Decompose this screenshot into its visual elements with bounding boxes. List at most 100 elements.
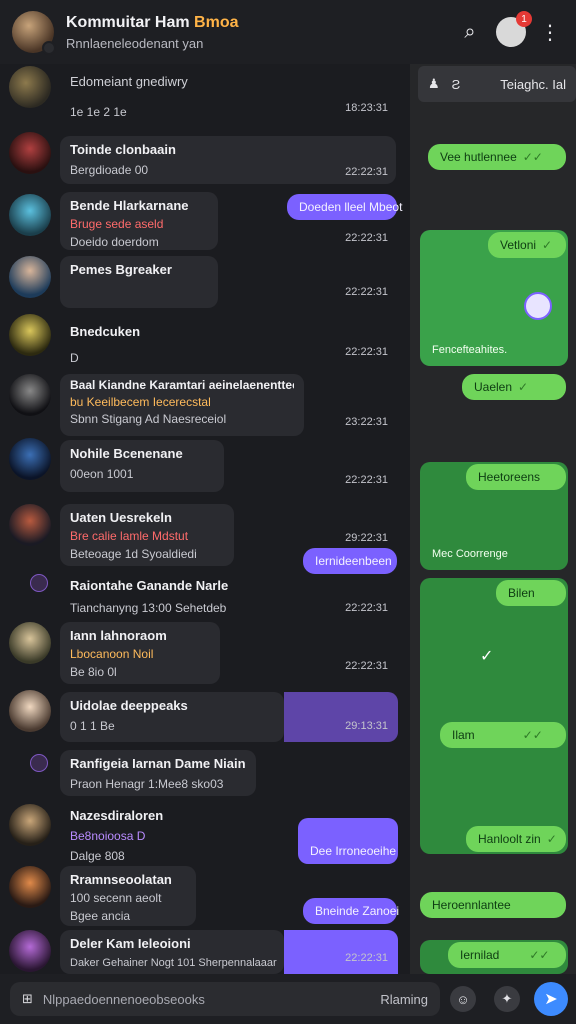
avatar [9,504,51,546]
avatar [9,804,51,846]
timestamp: 22:22:31 [345,474,388,486]
avatar [9,866,51,908]
message-pill: Iernilad ✓✓ [448,942,566,968]
double-check-icon: ✓✓ [522,150,543,164]
avatar [9,66,51,108]
double-check-icon: ✓✓ [522,728,543,742]
message-composer: ⊞ Nlppaedoennenoeobseooks Rlaming ☺ ✦ ➤ [0,974,576,1024]
chat-list[interactable]: Edomeiant gnediwry 1e 1e 2 1e 18:23:31 T… [0,64,408,974]
sender-name: Deler Kam Ieleoioni [70,936,191,951]
chat-title: Kommuitar Ham Bmoa [66,14,446,32]
message-text: Vee hutlennee [440,150,517,164]
bookmark-icon[interactable]: Ƨ [452,77,461,92]
timestamp: 29:13:31 [345,720,388,732]
avatar [9,194,51,236]
sender-name: Ranfigeia Iarnan Dame Niain [70,756,246,771]
side-panel: ♟ Ƨ Teiaghc. Ial Vee hutlennee ✓✓ Vetloni… [410,64,576,974]
send-button[interactable]: ➤ [534,982,568,1016]
sender-name: Raiontahe Ganande Narle [70,578,229,593]
message-text: Doeido doerdom [70,235,159,249]
more-icon[interactable]: ⋮ [536,18,564,46]
sender-name: Rramnseoolatan [70,872,172,887]
sticker-icon[interactable]: ✦ [494,986,520,1012]
message-text: Bgee ancia [70,909,131,923]
message-text: Lbocanoon Noil [70,647,154,661]
message-text: Beteoage 1d Syoaldiedi [70,547,197,561]
avatar [9,132,51,174]
message-text: 00eon 1001 [70,467,134,481]
message-text: Praon Henagr 1:Mee8 sko03 [70,777,224,791]
message-bubble: Bende Hlarkarnane Bruge sede aseld Doeid… [60,192,218,250]
sender-name: Baal Kiandne Karamtari aeinelaenentteen [70,378,294,392]
message-text: Be 8io 0l [70,665,117,679]
message-bubble: Rramnseoolatan 100 secenn aeolt Bgee anc… [60,866,196,926]
attach-icon[interactable]: ⊞ [22,991,33,1007]
media-block [420,578,568,854]
message-text: D [70,351,79,365]
message-bubble: Bnedcuken D [60,318,150,371]
input-hint: Rlaming [380,991,428,1007]
timestamp: 22:22:31 [345,232,388,244]
chat-title-accent: Bmoa [194,13,239,31]
message-text: Be8noioosa D [70,829,146,843]
online-badge [42,41,56,55]
avatar [9,438,51,480]
person-icon[interactable]: ♟ [428,76,440,92]
message-text: Bre calie lamle Mdstut [70,529,189,543]
outgoing-message-pill: Doeden lleel Mbeot [287,194,402,220]
outgoing-message-pill: Bneinde Zanoei [303,898,399,924]
avatar [9,622,51,664]
message-bubble: Ranfigeia Iarnan Dame Niain Praon Henagr… [60,750,256,796]
message-text: bu Keeilbecem Iecerecstal [70,395,211,409]
sender-name: Uidolae deeppeaks [70,698,188,713]
user-avatar[interactable]: 1 [496,11,532,47]
timestamp: 22:22:31 [345,660,388,672]
emoji-icon[interactable]: ☺ [450,986,476,1012]
chat-title-main: Kommuitar Ham [66,13,190,31]
double-check-icon: ✓ [518,380,529,394]
message-text: Sbnn Stigang Ad Naesreceiol [70,412,227,426]
header-titles: Kommuitar Ham Bmoa Rnnlaeneleodenant yan [66,14,446,51]
group-avatar[interactable] [12,11,56,55]
message-text: 0 1 1 Be [70,719,115,733]
timestamp: 18:23:31 [345,102,388,114]
message-text: Dalge 808 [70,849,125,863]
message-bubble: Edomeiant gnediwry 1e 1e 2 1e [60,68,198,125]
double-check-icon: ✓✓ [529,948,550,962]
timestamp: 22:22:31 [345,166,388,178]
message-text: 1e 1e 2 1e [70,105,127,119]
message-bubble: Uidolae deeppeaks 0 1 1 Be [60,692,284,742]
timestamp: 29:22:31 [345,532,388,544]
message-bubble: Uaten Uesrekeln Bre calie lamle Mdstut B… [60,504,234,566]
message-text: Ilam [452,728,475,742]
outgoing-message-pill: Iernideenbeen [303,548,397,574]
message-text: Heroennlantee [432,898,511,912]
avatar [9,256,51,298]
tab-telegram[interactable]: Teiaghc. Ial [500,77,566,92]
message-text: Uaelen [474,380,513,394]
message-pill: Hanloolt zin ✓ [466,826,566,852]
message-pill: Bilen [496,580,566,606]
message-text: Tianchanyng 13:00 Sehetdeb [70,601,227,615]
chat-subtitle: Rnnlaeneleodenant yan [66,35,204,51]
message-text: Vetloni [500,238,537,252]
sender-name: Uaten Uesrekeln [70,510,172,525]
message-text: Fencefteahites. [432,344,508,356]
avatar [9,690,51,732]
outgoing-message-pill: Dee Irroneoeihe [298,818,398,864]
search-icon[interactable]: ⌕ [456,18,484,46]
message-text: 100 secenn aeolt [70,891,162,905]
avatar [524,292,552,320]
message-input[interactable]: ⊞ Nlppaedoennenoeobseooks Rlaming [10,982,440,1016]
sender-name: Bende Hlarkarnane [70,198,189,213]
timestamp: 22:22:31 [345,952,388,964]
message-pill: Heroennlantee [420,892,566,918]
double-check-icon: ✓ [546,832,557,846]
sender-name: Pemes Bgreaker [70,262,172,277]
message-pill: Vetloni ✓ [488,232,566,258]
timestamp: 23:22:31 [345,416,388,428]
message-pill: Uaelen ✓ [462,374,566,400]
message-bubble: Nazesdiraloren Be8noioosa D Dalge 808 [60,802,173,869]
message-text: Heetoreens [478,470,541,484]
timestamp: 22:22:31 [345,346,388,358]
